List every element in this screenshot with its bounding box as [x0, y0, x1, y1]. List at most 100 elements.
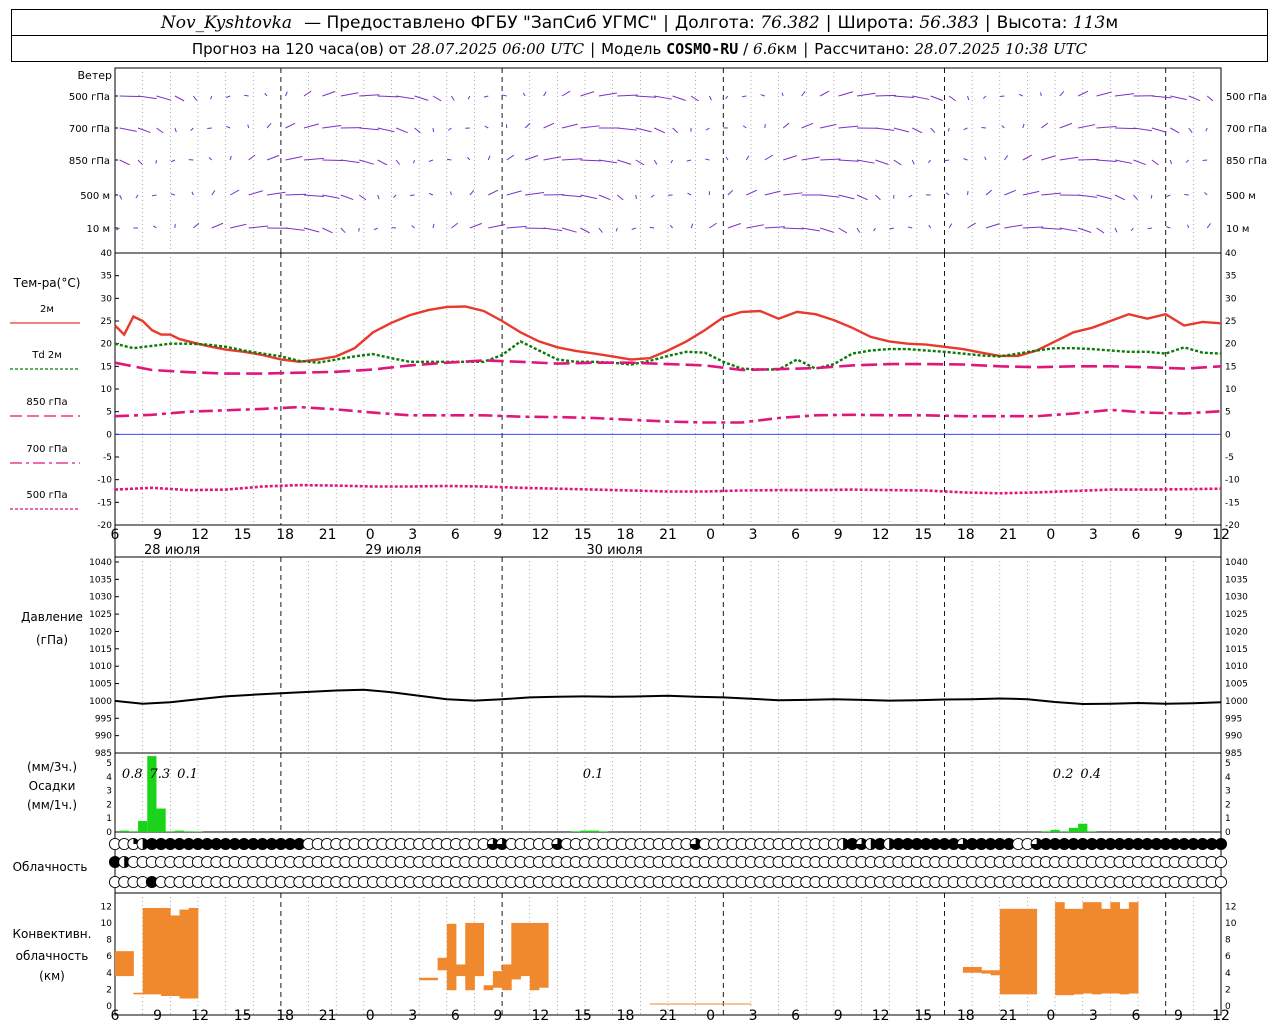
- hour-tick-label: 18: [617, 1008, 635, 1024]
- convective-cloud-bar: [1119, 908, 1130, 995]
- wind-barb: [617, 94, 638, 97]
- wind-barb: [1151, 159, 1159, 166]
- wind-barb: [155, 159, 157, 164]
- wind-barb: [322, 159, 343, 162]
- convective-cloud-bar: [1082, 902, 1093, 994]
- precip-bar: [571, 831, 581, 832]
- convective-cloud-bar: [990, 970, 1001, 976]
- wind-panel-title: Ветер: [78, 69, 112, 82]
- convective-tick-right: 10: [1225, 919, 1237, 929]
- wind-barb: [746, 189, 758, 196]
- wind-barb: [893, 127, 910, 133]
- wind-barb: [561, 227, 577, 233]
- wind-barb: [580, 194, 598, 200]
- temp-tick-left: 25: [101, 317, 112, 327]
- hour-tick-label: 21: [659, 527, 677, 543]
- pressure-tick-right: 1020: [1225, 627, 1248, 637]
- temp-tick-left: 0: [106, 430, 112, 440]
- precip-tick-left: 1: [106, 814, 112, 824]
- wind-barb: [190, 127, 194, 131]
- wind-barb: [908, 194, 913, 198]
- wind-barb: [524, 122, 531, 129]
- wind-barb: [484, 125, 489, 129]
- wind-barb: [393, 194, 397, 198]
- wind-barb: [838, 125, 859, 129]
- convective-cloud-bar: [649, 1003, 660, 1005]
- wind-barb: [686, 159, 692, 162]
- wind-barb: [191, 191, 194, 196]
- hour-tick-label: 21: [999, 1008, 1017, 1024]
- wind-barb: [945, 192, 950, 196]
- wind-level-label-left: 10 м: [87, 224, 110, 235]
- wind-barb: [873, 227, 876, 232]
- temp-legend-label: 700 гПа: [26, 444, 67, 455]
- convective-cloud-bar: [474, 922, 485, 977]
- wind-barb: [764, 123, 766, 129]
- wind-barb: [1059, 227, 1078, 232]
- wind-barb: [156, 95, 172, 101]
- wind-barb: [1186, 224, 1190, 229]
- wind-barb: [483, 95, 489, 98]
- convective-cloud-bar: [704, 1003, 715, 1005]
- wind-barb: [928, 159, 932, 164]
- convective-cloud-bar: [732, 1003, 743, 1005]
- wind-barb: [266, 123, 272, 129]
- pressure-tick-right: 1040: [1225, 558, 1248, 568]
- precip-tick-right: 0: [1225, 828, 1231, 838]
- wind-barb: [616, 194, 624, 201]
- temp-tick-left: -5: [103, 453, 112, 463]
- wind-barb: [428, 159, 434, 162]
- wind-barb: [819, 90, 830, 97]
- wind-barb: [709, 95, 712, 101]
- convective-cloud-bar: [741, 1003, 752, 1005]
- precip-tick-right: 2: [1225, 800, 1231, 810]
- precip-tick-left: 0: [106, 828, 112, 838]
- wind-barb: [1133, 127, 1153, 132]
- convective-cloud-bar: [538, 922, 549, 988]
- convective-tick-left: 10: [101, 919, 113, 929]
- wind-barb: [635, 159, 645, 166]
- temp-tick-right: 35: [1225, 272, 1236, 282]
- wind-barb: [543, 122, 555, 129]
- convective-cloud-bar: [1064, 908, 1074, 996]
- temp-legend-label: 850 гПа: [26, 397, 67, 408]
- temp-tick-right: 5: [1225, 408, 1231, 418]
- hour-tick-label: 6: [451, 1008, 460, 1024]
- convective-cloud-bar: [1110, 902, 1121, 994]
- wind-barb: [1133, 159, 1146, 166]
- wind-barb: [210, 95, 213, 100]
- pressure-tick-left: 990: [95, 732, 112, 742]
- wind-barb: [764, 154, 774, 161]
- wind-barb: [911, 159, 915, 165]
- wind-barb: [446, 158, 452, 161]
- wind-barb: [670, 159, 674, 164]
- temp-tick-right: 40: [1225, 249, 1237, 259]
- day-label: 30 июля: [586, 543, 642, 558]
- wind-barb: [1059, 122, 1073, 129]
- wind-barb: [580, 125, 600, 129]
- wind-barb: [451, 222, 459, 229]
- hour-tick-label: 15: [914, 527, 932, 543]
- wind-barb: [506, 154, 515, 161]
- wind-level-label-right: 10 м: [1226, 224, 1249, 235]
- wind-barb: [947, 127, 950, 132]
- precip-bar: [1087, 831, 1097, 832]
- wind-barb: [1004, 189, 1016, 196]
- pressure-tick-right: 1030: [1225, 593, 1248, 603]
- wind-barb: [1166, 226, 1171, 229]
- hour-tick-label: 6: [1131, 527, 1140, 543]
- precip-bar: [1059, 831, 1069, 832]
- wind-barb: [617, 127, 637, 131]
- wind-barb: [1096, 194, 1112, 200]
- wind-barb: [170, 193, 176, 196]
- wind-barb: [746, 224, 764, 229]
- wind-barb: [982, 95, 987, 99]
- convective-cloud-bar: [115, 951, 125, 977]
- temp-tick-left: 30: [101, 294, 113, 304]
- wind-barb: [506, 190, 522, 196]
- wind-barb: [1205, 127, 1208, 132]
- wind-barb: [414, 95, 429, 101]
- wind-barb: [669, 224, 673, 229]
- wind-barb: [820, 158, 841, 161]
- convective-cloud-bar: [483, 985, 494, 991]
